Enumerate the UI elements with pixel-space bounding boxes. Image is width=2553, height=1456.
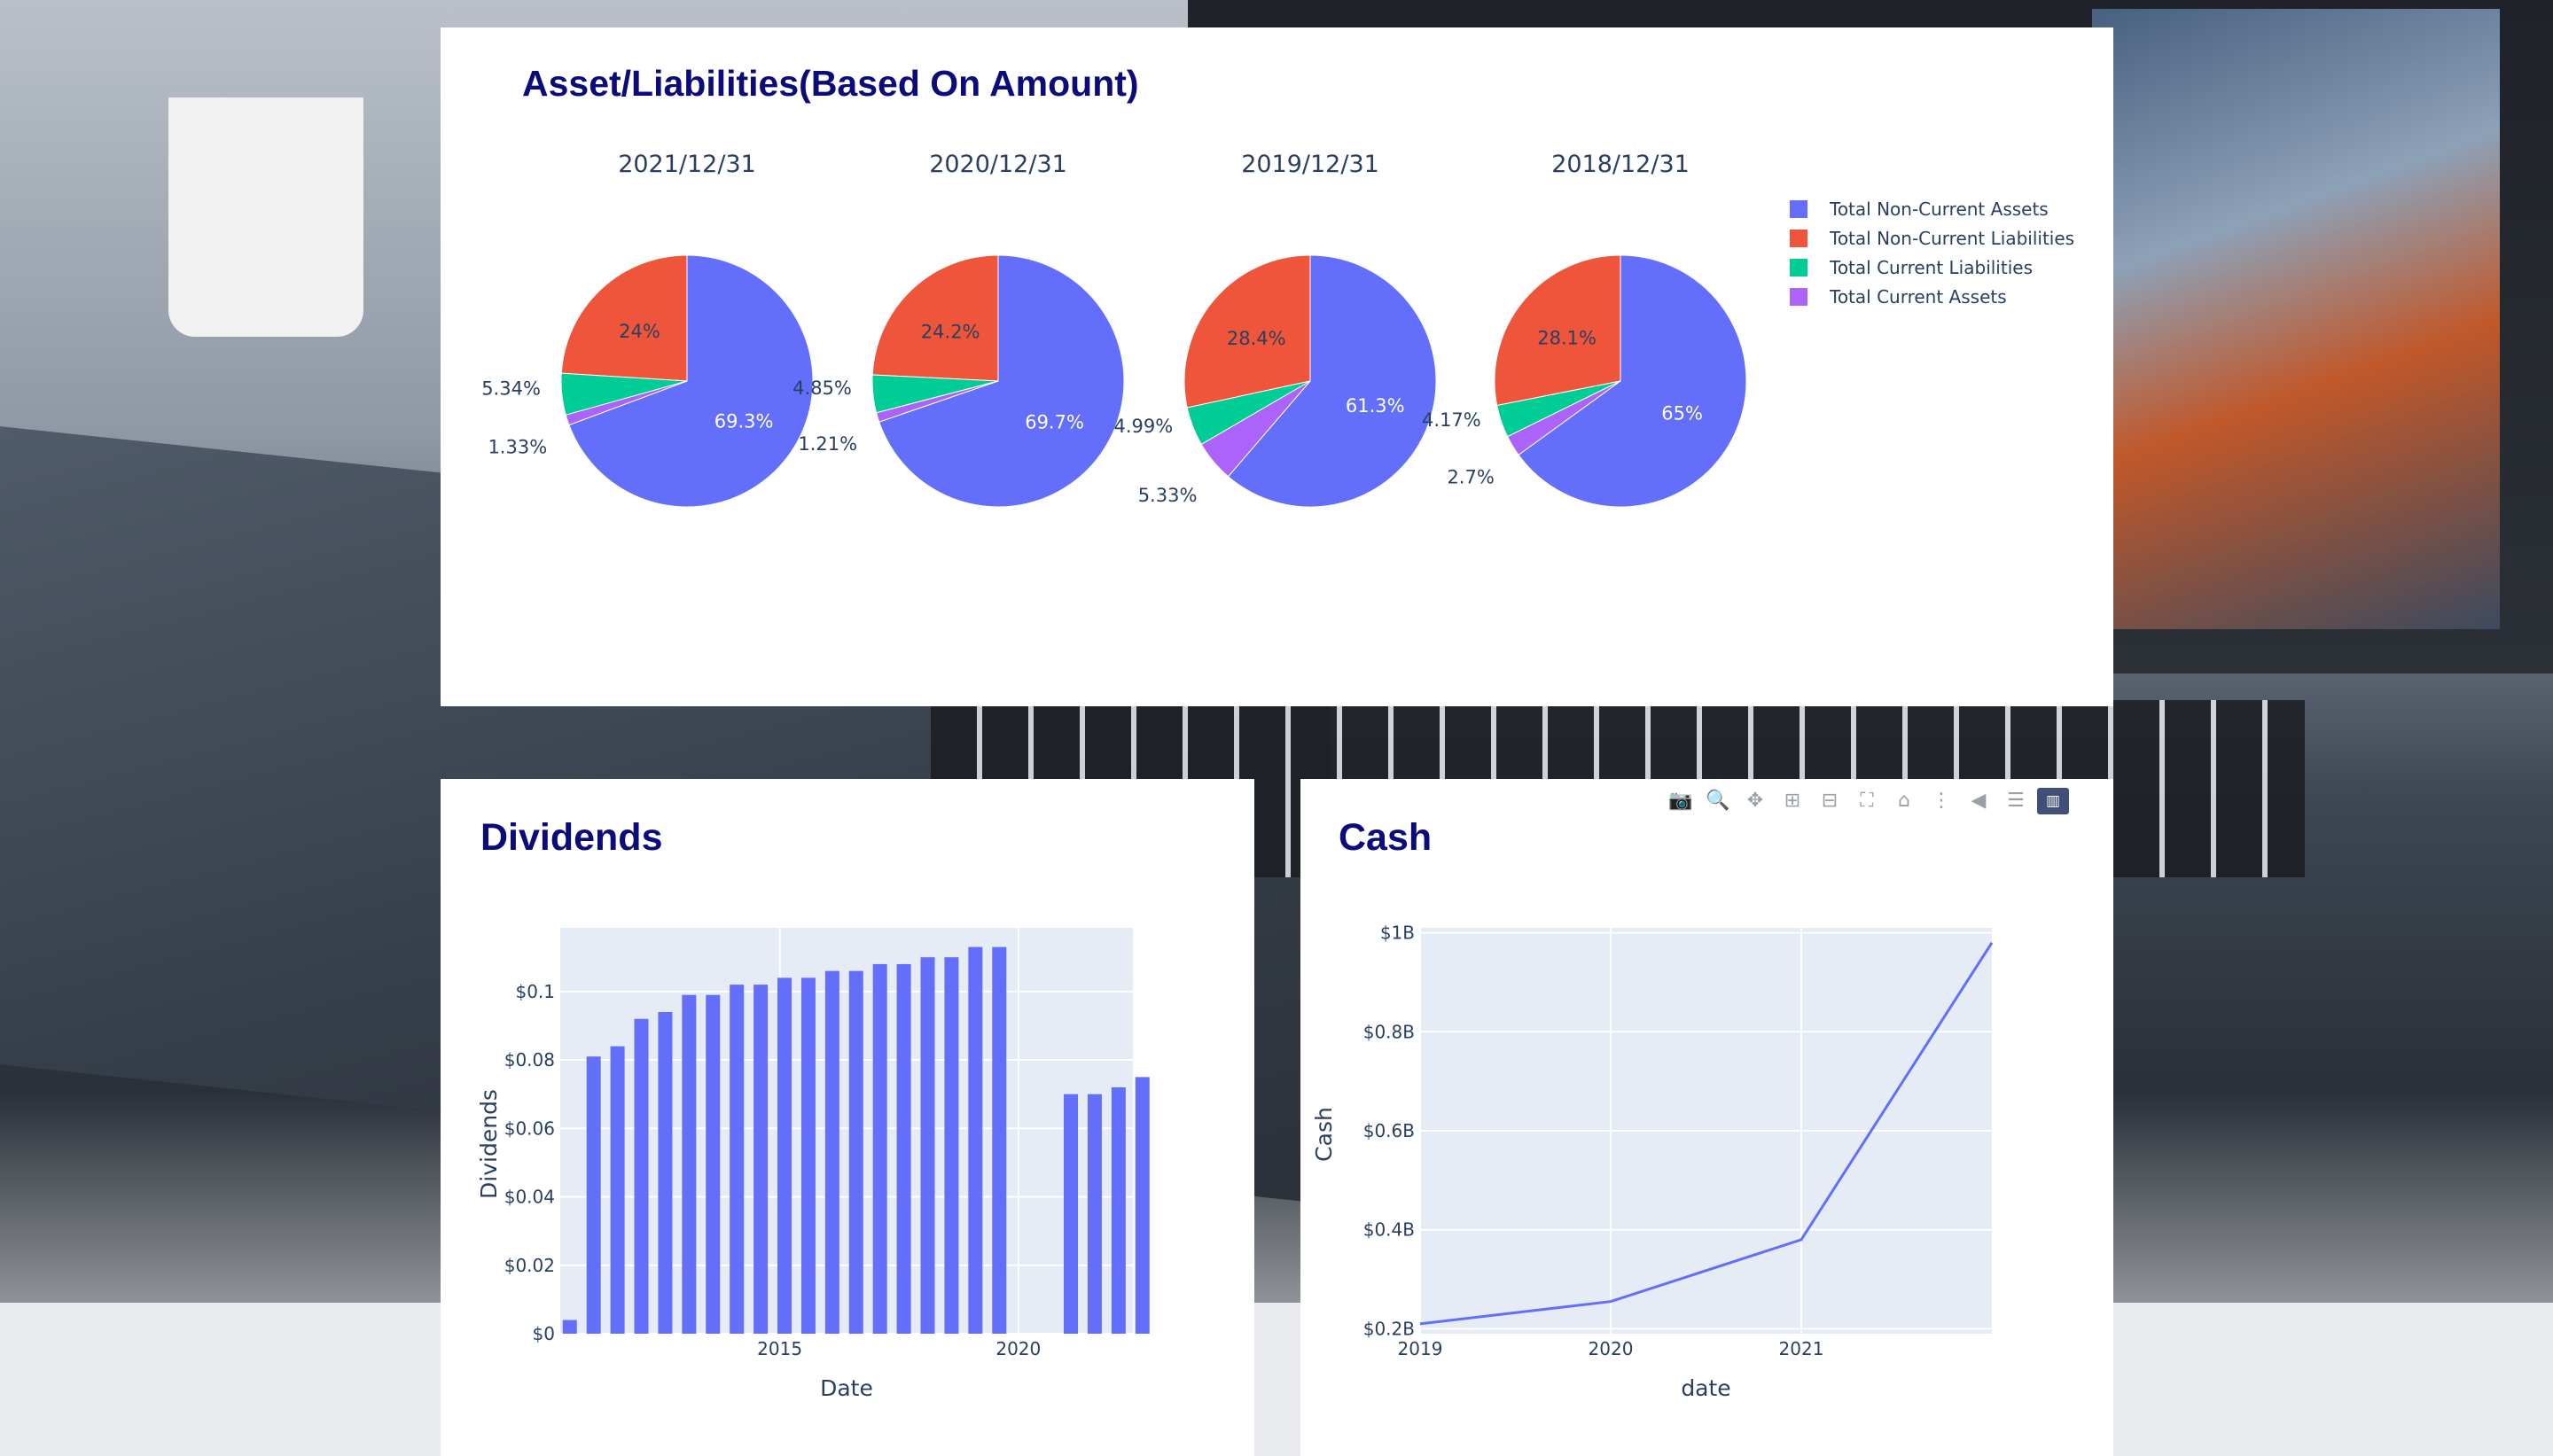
dividend-bar[interactable] (968, 946, 983, 1334)
cash-line-chart[interactable]: $0.2B$0.4B$0.6B$0.8B$1B2019 2020 2021dateC… (1300, 779, 2113, 1456)
y-tick-label: $0.1 (515, 981, 555, 1002)
y-tick-label: $0.4B (1363, 1219, 1415, 1241)
assets-liabilities-panel: Asset/Liabilities(Based On Amount) 2021/… (441, 27, 2113, 706)
dividend-bar[interactable] (1111, 1086, 1126, 1334)
dividend-bar[interactable] (800, 977, 816, 1334)
background-floor (0, 1303, 2553, 1456)
dividends-bar-chart[interactable]: $0$0.02$0.04$0.06$0.08$0.12015 2020DateDi… (441, 779, 1254, 1456)
y-tick-label: $0.08 (504, 1049, 555, 1071)
pie-slice-label: 28.4% (1227, 328, 1286, 349)
y-tick-label: $0.8B (1363, 1021, 1415, 1042)
cash-panel: Cash 📷 🔍 ✥ ⊞ ⊟ ⛶ ⌂ ⋮ ◀ ☰ ▥ $0.2B $0.4B $0.6B $0.8B $1B… (1300, 779, 2113, 1456)
x-tick-label: 2020 (1589, 1338, 1634, 1359)
pie-slice-label: 24% (619, 321, 660, 342)
dividend-bar[interactable] (872, 963, 887, 1334)
pie-title: 2019/12/31 (1241, 151, 1379, 178)
dividend-bar[interactable] (658, 1011, 673, 1334)
legend-label[interactable]: Total Non-Current Liabilities (1829, 228, 2074, 249)
pie-charts[interactable]: 2021/12/31 69.3% 24% 5.34% 1.33% 2020/12/31 69… (441, 27, 2113, 706)
dividend-bar[interactable] (1135, 1077, 1150, 1334)
legend-swatch[interactable] (1790, 200, 1807, 218)
dividend-bar[interactable] (920, 957, 935, 1334)
dividend-bar[interactable] (1064, 1094, 1079, 1334)
x-tick-label: 2015 (757, 1338, 802, 1359)
dividend-bar[interactable] (848, 970, 863, 1334)
y-tick-label: $0 (533, 1323, 555, 1344)
pie-slice-label: 24.2% (921, 321, 980, 342)
pie-title: 2021/12/31 (618, 151, 756, 178)
pie-slice-label: 65% (1661, 402, 1703, 424)
y-tick-label: $1B (1380, 923, 1415, 944)
dividend-bar[interactable] (944, 957, 959, 1334)
y-tick-label: $0.02 (504, 1255, 555, 1276)
pie-slice-label: 61.3% (1346, 395, 1405, 417)
pie-slice-label: 1.21% (798, 433, 857, 455)
dividend-bar[interactable] (610, 1046, 625, 1334)
dividend-bar[interactable] (824, 970, 839, 1334)
x-tick-label: 2021 (1779, 1338, 1824, 1359)
y-tick-label: $0.04 (504, 1187, 555, 1208)
pie-slice-label: 69.7% (1025, 411, 1084, 432)
pie-slice[interactable] (871, 254, 999, 382)
background-laptop-screen (2092, 9, 2500, 629)
dividend-bar[interactable] (753, 985, 769, 1334)
dividends-panel: Dividends $0 $0.02 $0.04 $0.06 $0.08 $0.1 2015… (441, 779, 1254, 1456)
background-coffee-cup (168, 97, 363, 337)
y-axis-label: Dividends (476, 1089, 502, 1199)
pie-slice-label: 69.3% (714, 411, 774, 432)
pie-slice-label: 2.7% (1447, 467, 1494, 488)
pie-slice-label: 5.34% (481, 378, 541, 399)
legend-swatch[interactable] (1790, 230, 1807, 247)
pie-title: 2018/12/31 (1551, 151, 1690, 178)
dividend-bar[interactable] (682, 994, 697, 1334)
x-tick-label: 2019 (1398, 1338, 1443, 1359)
dividend-bar[interactable] (896, 963, 911, 1334)
dividend-bar[interactable] (562, 1320, 577, 1334)
legend-label[interactable]: Total Current Liabilities (1829, 257, 2033, 278)
x-axis-label: date (1681, 1375, 1730, 1401)
y-tick-label: $0.2B (1363, 1318, 1415, 1339)
x-tick-label: 2020 (995, 1338, 1041, 1359)
legend-swatch[interactable] (1790, 288, 1807, 306)
legend-swatch[interactable] (1790, 259, 1807, 276)
dividend-bar[interactable] (992, 946, 1007, 1334)
pie-slice-label: 28.1% (1537, 327, 1597, 348)
pie-slice[interactable] (560, 254, 688, 382)
pie-title: 2020/12/31 (929, 151, 1067, 178)
pie-slice-label: 5.33% (1138, 485, 1198, 506)
x-axis-label: Date (820, 1375, 873, 1401)
dividend-bar[interactable] (730, 985, 745, 1334)
dividend-bar[interactable] (634, 1018, 649, 1334)
pie-slice-label: 4.99% (1114, 416, 1174, 437)
dividend-bar[interactable] (586, 1056, 601, 1334)
dividend-bar[interactable] (706, 994, 721, 1334)
pie-slice-label: 4.17% (1422, 409, 1481, 431)
y-tick-label: $0.06 (504, 1117, 555, 1139)
pie-slice-label: 4.85% (792, 378, 852, 399)
pie-slice-label: 1.33% (488, 436, 547, 457)
dividend-bar[interactable] (777, 977, 792, 1334)
legend-label[interactable]: Total Non-Current Assets (1829, 199, 2049, 220)
y-axis-label: Cash (1311, 1107, 1337, 1162)
legend-label[interactable]: Total Current Assets (1829, 286, 2007, 308)
dividend-bar[interactable] (1087, 1094, 1102, 1334)
y-tick-label: $0.6B (1363, 1120, 1415, 1141)
